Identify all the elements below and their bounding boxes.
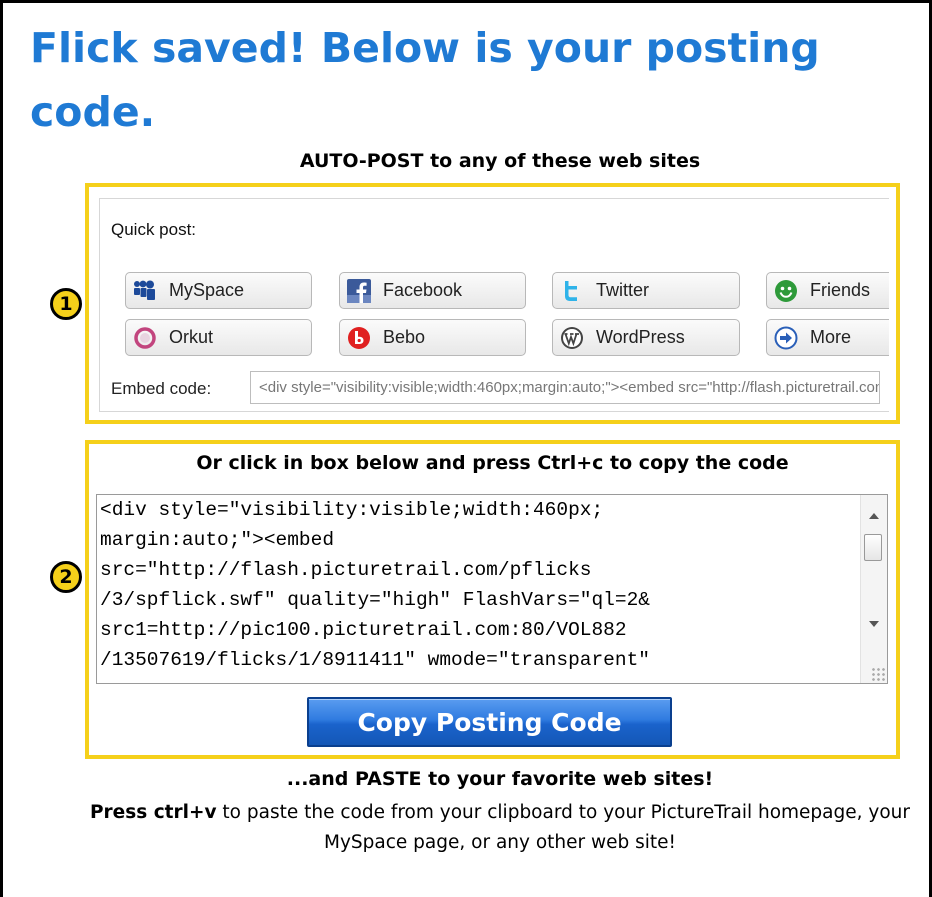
paste-instructions-text: to paste the code from your clipboard to…: [216, 802, 910, 853]
page-title: Flick saved! Below is your posting code.: [30, 24, 820, 136]
copy-instructions-heading: Or click in box below and press Ctrl+c t…: [196, 452, 789, 474]
paste-shortcut: Press ctrl+v: [90, 802, 217, 823]
facebook-icon: [347, 278, 371, 303]
friends-icon: [774, 279, 798, 303]
orkut-button-label: Orkut: [169, 327, 214, 347]
quick-post-panel: Quick post: MySpace Facebook Twitter Fri…: [99, 198, 889, 412]
step-2-badge: 2: [50, 561, 82, 593]
step-1-badge: 1: [50, 288, 82, 320]
wordpress-button-label: WordPress: [596, 327, 685, 347]
myspace-button[interactable]: MySpace: [125, 272, 312, 309]
paste-heading: ...and PASTE to your favorite web sites!: [286, 768, 714, 790]
orkut-button[interactable]: Orkut: [125, 319, 312, 356]
copy-posting-code-button[interactable]: Copy Posting Code: [307, 697, 672, 747]
embed-code-label: Embed code:: [111, 379, 212, 398]
bebo-button-label: Bebo: [383, 327, 426, 347]
code-scrollbar[interactable]: [860, 495, 887, 683]
twitter-button[interactable]: Twitter: [552, 272, 740, 309]
orkut-icon: [133, 326, 157, 350]
posting-code-text: <div style="visibility:visible;width:460…: [100, 499, 650, 671]
friends-button-label: Friends: [810, 280, 871, 300]
copy-code-highlight: Or click in box below and press Ctrl+c t…: [85, 440, 900, 759]
bebo-icon: [347, 326, 371, 350]
wordpress-button[interactable]: WordPress: [552, 319, 740, 356]
more-button-label: More: [810, 327, 852, 347]
more-button[interactable]: More: [766, 319, 889, 356]
twitter-icon: [560, 279, 584, 303]
twitter-button-label: Twitter: [596, 280, 650, 300]
myspace-button-label: MySpace: [169, 280, 245, 300]
paste-instructions: Press ctrl+v to paste the code from your…: [85, 798, 915, 858]
scroll-thumb[interactable]: [864, 534, 882, 561]
scroll-up-arrow-icon[interactable]: [869, 513, 879, 519]
myspace-icon: [133, 279, 157, 303]
facebook-button-label: Facebook: [383, 280, 463, 300]
more-arrow-icon: [774, 326, 798, 350]
auto-post-heading: AUTO-POST to any of these web sites: [299, 150, 701, 172]
wordpress-icon: [560, 326, 584, 350]
bebo-button[interactable]: Bebo: [339, 319, 526, 356]
resize-grip-icon[interactable]: [871, 667, 885, 681]
posting-code-textarea[interactable]: <div style="visibility:visible;width:460…: [96, 494, 888, 684]
friends-button[interactable]: Friends: [766, 272, 889, 309]
facebook-button[interactable]: Facebook: [339, 272, 526, 309]
quick-post-label: Quick post:: [111, 220, 197, 239]
auto-post-highlight: Quick post: MySpace Facebook Twitter Fri…: [85, 183, 900, 424]
embed-code-input[interactable]: <div style="visibility:visible;width:460…: [250, 371, 880, 404]
scroll-down-arrow-icon[interactable]: [869, 621, 879, 627]
